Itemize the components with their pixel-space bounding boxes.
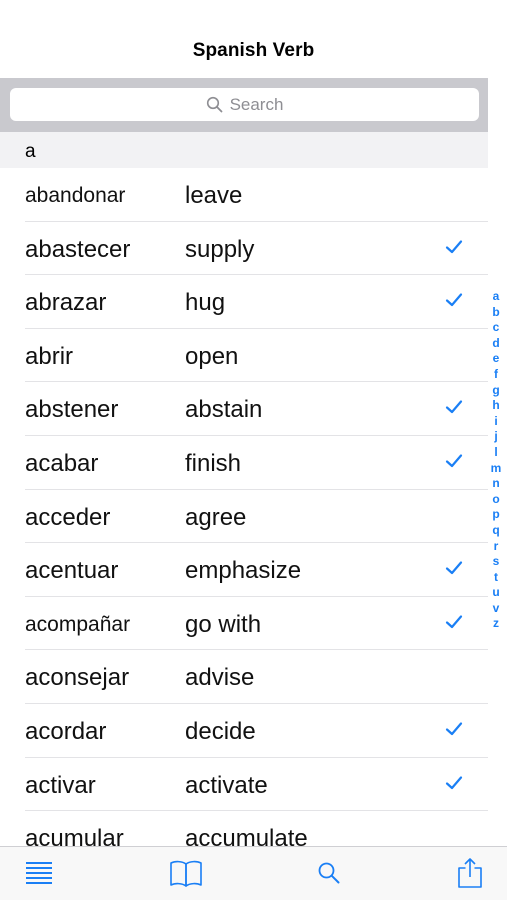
navigation-bar: Spanish Verb xyxy=(0,0,507,78)
search-icon xyxy=(318,862,340,884)
tab-search[interactable] xyxy=(309,855,349,891)
list-item[interactable]: abstener abstain xyxy=(25,382,488,436)
meaning-text: activate xyxy=(185,771,268,799)
index-letter[interactable]: o xyxy=(492,492,499,508)
index-letter[interactable]: g xyxy=(492,383,499,399)
meaning-text: supply xyxy=(185,235,255,263)
checkmark-icon xyxy=(445,722,463,736)
meaning-text: leave xyxy=(185,182,243,209)
search-bar: Search xyxy=(0,78,488,132)
index-letter[interactable]: z xyxy=(493,616,499,632)
list-item[interactable]: acordar decide xyxy=(25,704,488,758)
meaning-text: advise xyxy=(185,664,255,692)
index-letter[interactable]: j xyxy=(494,429,497,445)
list-item[interactable]: abandonar leave xyxy=(25,168,488,222)
list-item[interactable]: acceder agree xyxy=(25,490,488,544)
list-item[interactable]: activar activate xyxy=(25,758,488,812)
page-title: Spanish Verb xyxy=(192,40,315,61)
list-item[interactable]: acumular accumulate xyxy=(25,811,488,846)
list-item[interactable]: aconsejar advise xyxy=(25,650,488,704)
list-item[interactable]: acabar finish xyxy=(25,436,488,490)
list-icon xyxy=(26,862,52,884)
index-letter[interactable]: m xyxy=(491,461,502,477)
index-letter[interactable]: p xyxy=(492,507,499,523)
index-letter[interactable]: s xyxy=(493,554,500,570)
index-letter[interactable]: i xyxy=(494,414,497,430)
index-letter[interactable]: f xyxy=(494,367,498,383)
list-item[interactable]: acentuar emphasize xyxy=(25,543,488,597)
meaning-text: decide xyxy=(185,717,256,745)
verb-text: abstener xyxy=(25,396,119,424)
meaning-text: open xyxy=(185,342,239,370)
list-item[interactable]: acompañar go with xyxy=(25,597,488,651)
verb-text: acumular xyxy=(25,825,124,846)
book-icon xyxy=(170,860,202,887)
index-letter[interactable]: e xyxy=(493,351,500,367)
meaning-text: accumulate xyxy=(185,825,308,846)
checkmark-icon xyxy=(445,615,463,628)
verb-text: activar xyxy=(25,771,96,799)
index-letter[interactable]: c xyxy=(493,320,500,336)
index-letter[interactable]: n xyxy=(492,476,499,492)
tab-book[interactable] xyxy=(166,855,206,891)
meaning-text: hug xyxy=(185,289,226,317)
list-item[interactable]: abrir open xyxy=(25,329,488,383)
tab-list[interactable] xyxy=(19,855,59,891)
meaning-text: finish xyxy=(185,449,242,477)
tab-share[interactable] xyxy=(450,855,490,891)
search-input[interactable]: Search xyxy=(10,88,479,121)
verb-list[interactable]: abandonar leave abastecer supply abrazar… xyxy=(0,168,488,846)
meaning-text: abstain xyxy=(185,396,263,424)
meaning-text: agree xyxy=(185,503,247,531)
checkmark-icon xyxy=(445,454,463,468)
section-header: a xyxy=(0,132,488,168)
meaning-text: go with xyxy=(185,610,262,638)
search-icon xyxy=(206,96,222,113)
share-icon xyxy=(458,858,482,888)
list-item[interactable]: abastecer supply xyxy=(25,222,488,276)
verb-text: acompañar xyxy=(25,612,131,636)
index-letter[interactable]: l xyxy=(494,445,497,461)
verb-text: acceder xyxy=(25,503,111,531)
verb-text: abandonar xyxy=(25,184,126,207)
index-letter[interactable]: h xyxy=(492,398,499,414)
index-letter[interactable]: a xyxy=(493,289,500,305)
index-letter[interactable]: t xyxy=(494,570,498,586)
verb-text: aconsejar xyxy=(25,664,130,692)
verb-text: acabar xyxy=(25,449,99,477)
verb-text: abrir xyxy=(25,342,74,370)
index-letter[interactable]: q xyxy=(492,523,499,539)
index-letter[interactable]: d xyxy=(492,336,499,352)
checkmark-icon xyxy=(445,400,463,414)
checkmark-icon xyxy=(445,775,463,789)
verb-text: acentuar xyxy=(25,557,119,585)
index-letter[interactable]: r xyxy=(494,539,499,555)
search-placeholder: Search xyxy=(229,94,284,114)
index-letter[interactable]: b xyxy=(492,305,499,321)
verb-text: acordar xyxy=(25,717,107,745)
tab-bar xyxy=(0,846,507,900)
list-item[interactable]: abrazar hug xyxy=(25,275,488,329)
verb-text: abrazar xyxy=(25,289,107,317)
section-index[interactable]: a b c d e f g h i j l m n o p q r s t u … xyxy=(489,289,503,632)
verb-text: abastecer xyxy=(25,235,131,263)
checkmark-icon xyxy=(445,239,463,253)
index-letter[interactable]: v xyxy=(493,601,500,617)
checkmark-icon xyxy=(445,561,463,575)
meaning-text: emphasize xyxy=(185,557,302,585)
checkmark-icon xyxy=(445,293,463,307)
index-letter[interactable]: u xyxy=(492,585,499,601)
section-header-label: a xyxy=(25,141,36,162)
